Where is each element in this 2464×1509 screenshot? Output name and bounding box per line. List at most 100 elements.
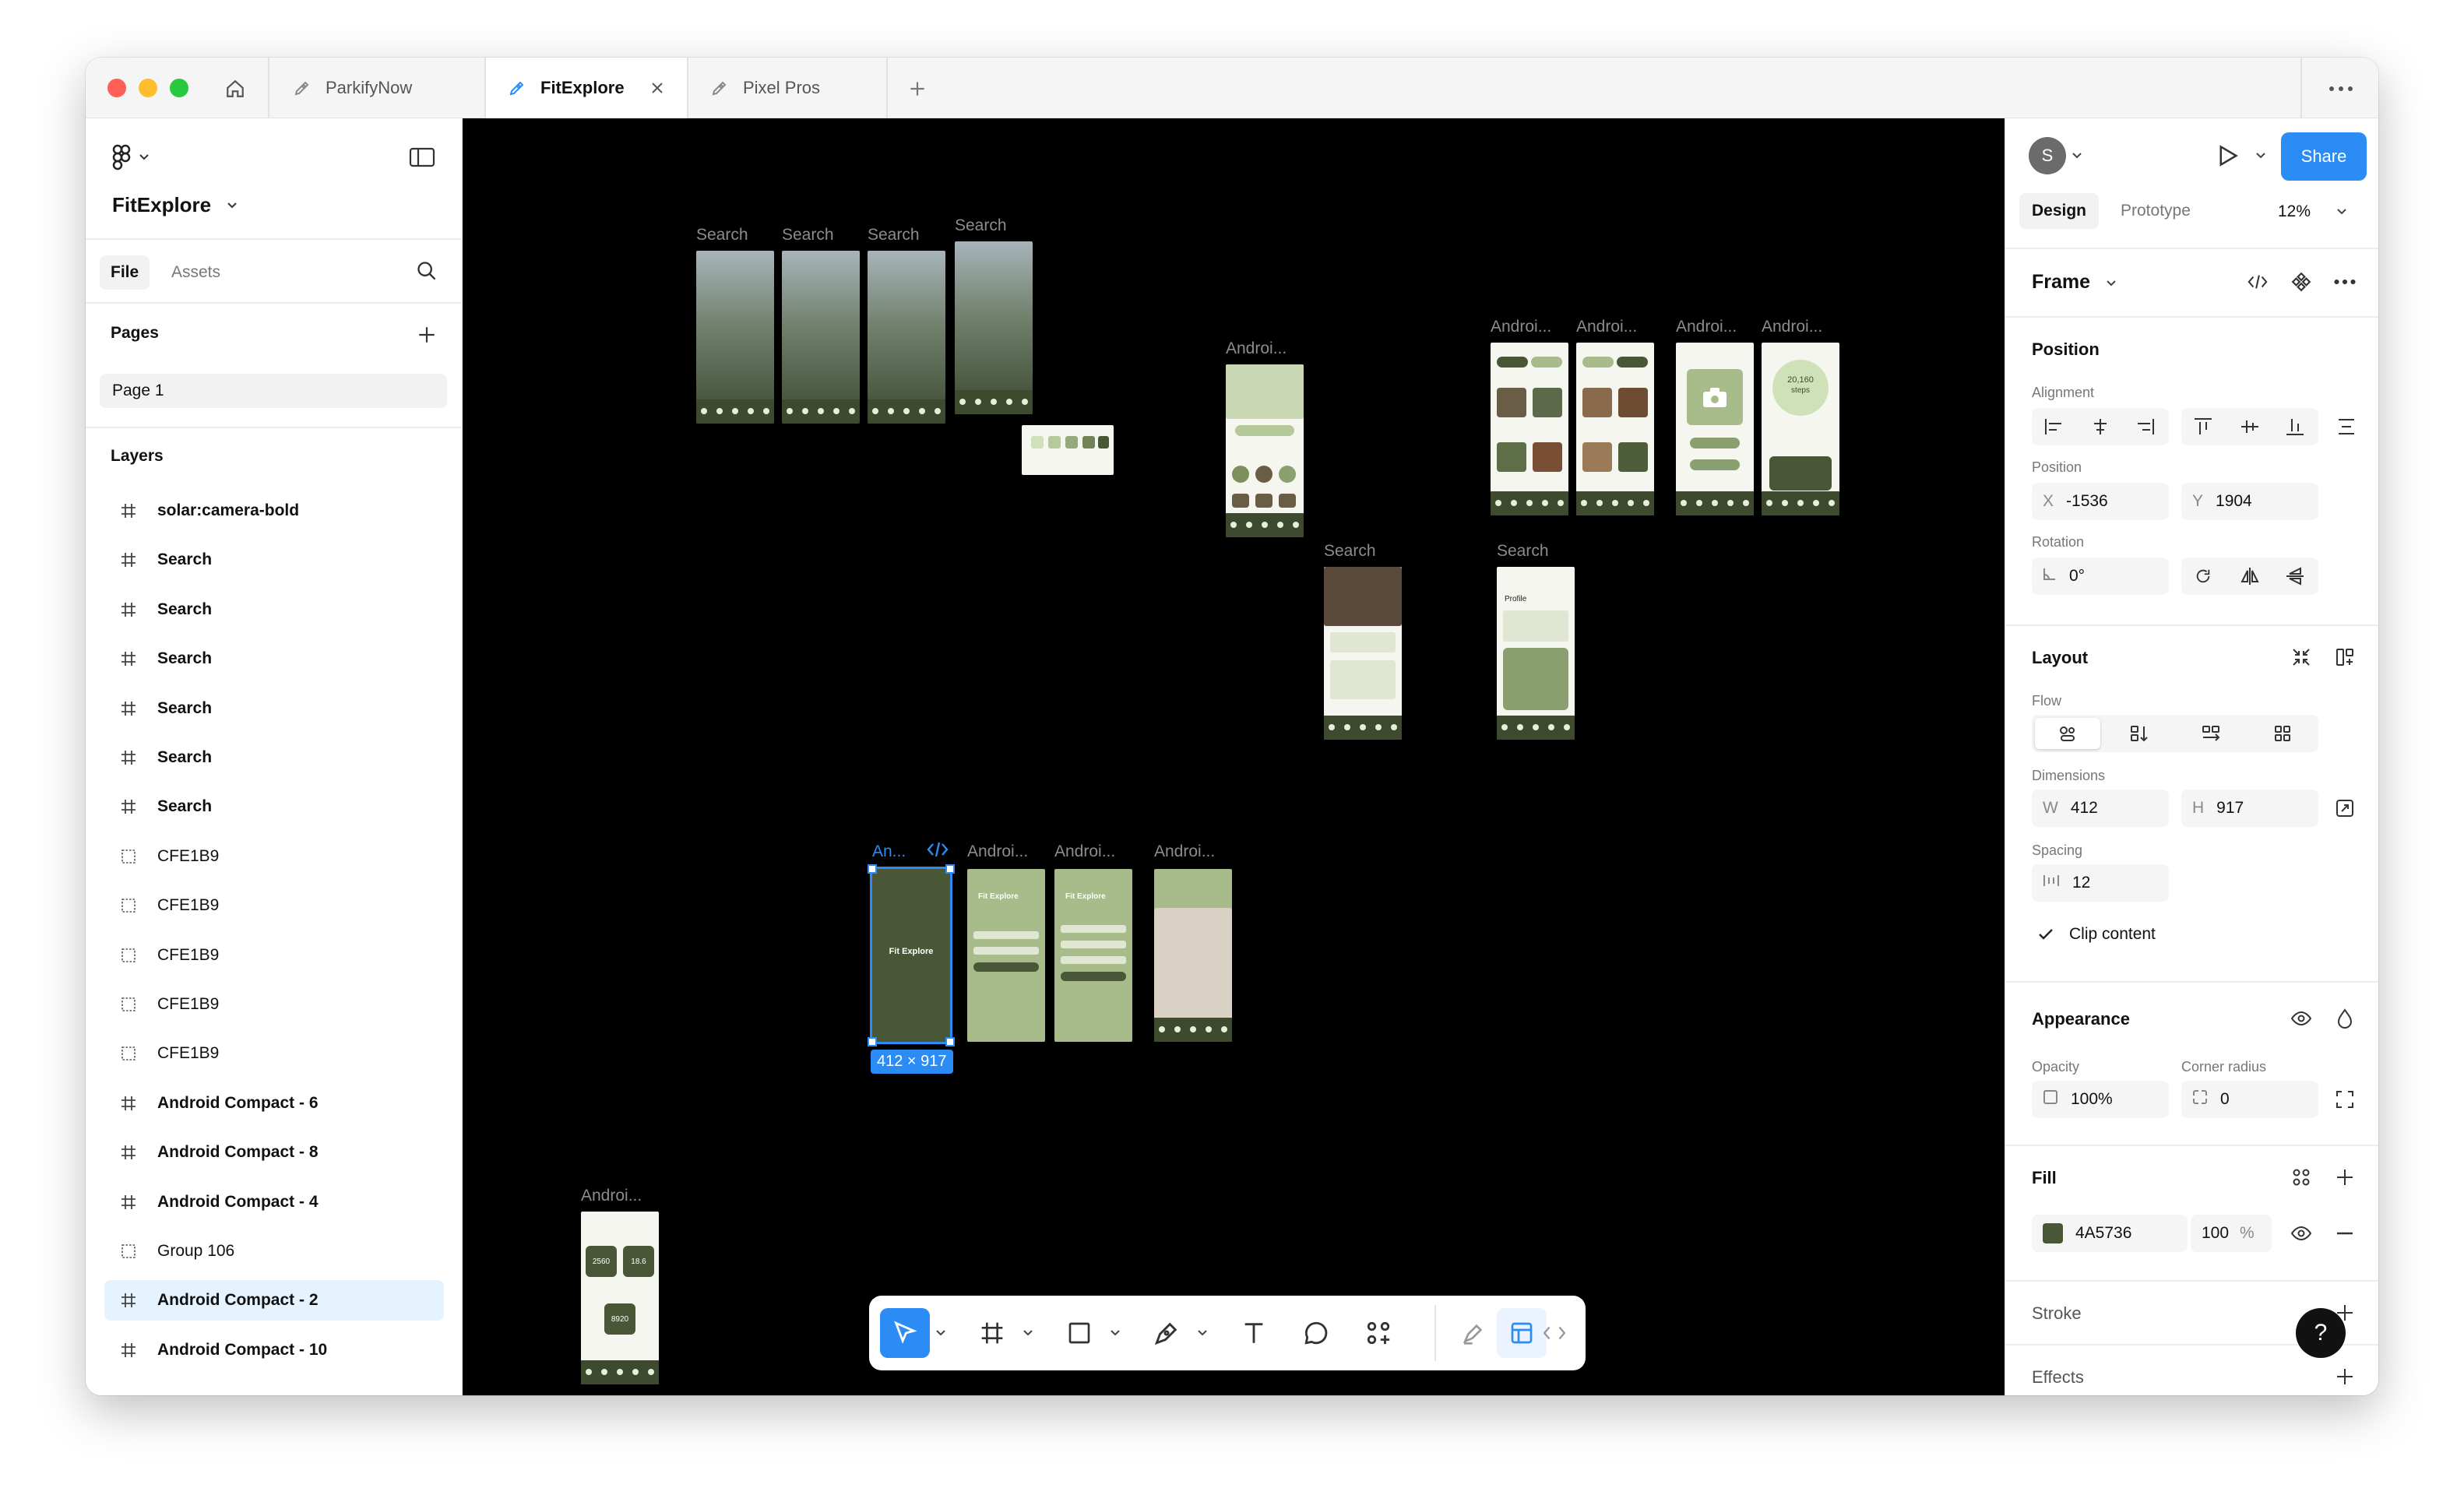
maximize-window-button[interactable] (170, 79, 188, 97)
tab-file[interactable]: File (100, 255, 150, 290)
rotation-input[interactable]: 0° (2032, 558, 2169, 595)
align-top-icon[interactable] (2189, 413, 2217, 441)
tab-design[interactable]: Design (2019, 193, 2100, 229)
add-fill-icon[interactable] (2331, 1163, 2359, 1191)
search-frame[interactable] (955, 241, 1033, 414)
tab-prototype[interactable]: Prototype (2108, 193, 2203, 229)
pen-tool-button[interactable] (1142, 1308, 1192, 1358)
color-swatch-group[interactable] (1022, 425, 1114, 475)
search-frame[interactable] (868, 251, 945, 424)
layer-row[interactable]: CFE1B9 (104, 984, 444, 1025)
share-button[interactable]: Share (2281, 132, 2367, 181)
chevron-down-icon[interactable] (2103, 276, 2119, 291)
distribute-icon[interactable] (2332, 413, 2360, 441)
search-frame[interactable] (1324, 567, 1402, 740)
comment-tool-button[interactable] (1291, 1308, 1341, 1358)
clip-content-checkbox[interactable] (2032, 920, 2060, 948)
layer-row[interactable]: Search (104, 589, 444, 630)
layer-row[interactable]: Search (104, 540, 444, 580)
signup-frame[interactable]: Fit Explore (1054, 869, 1132, 1042)
tab-parkifynow[interactable]: ParkifyNow (269, 58, 464, 118)
layer-row[interactable]: Search (104, 737, 444, 778)
splash-frame-selected[interactable]: Fit Explore (870, 867, 952, 1044)
zoom-level[interactable]: 12% (2278, 202, 2311, 221)
flow-grid-button[interactable] (2250, 718, 2315, 749)
layer-row[interactable]: CFE1B9 (104, 836, 444, 877)
tab-pixel-pros[interactable]: Pixel Pros (688, 58, 883, 118)
layer-row[interactable]: Search (104, 638, 444, 679)
layer-row[interactable]: CFE1B9 (104, 885, 444, 926)
more-icon[interactable] (2331, 268, 2359, 296)
layout-grid-icon[interactable] (2331, 643, 2359, 671)
page-item-page-1[interactable]: Page 1 (100, 374, 447, 408)
opacity-input[interactable]: 100% (2032, 1081, 2169, 1118)
present-button[interactable] (2211, 139, 2245, 173)
add-page-icon[interactable] (413, 321, 441, 349)
align-center-icon[interactable] (2086, 413, 2114, 441)
layer-row[interactable]: CFE1B9 (104, 1033, 444, 1074)
flip-vertical-icon[interactable] (2281, 562, 2309, 590)
chevron-down-icon[interactable] (1022, 1327, 1034, 1339)
move-tool-button[interactable] (880, 1308, 930, 1358)
chevron-down-icon[interactable] (2069, 148, 2085, 164)
blend-mode-icon[interactable] (2331, 1004, 2359, 1032)
actions-tool-button[interactable] (1353, 1308, 1403, 1358)
layer-row[interactable]: solar:camera-bold (104, 491, 444, 531)
more-icon[interactable] (2325, 75, 2357, 103)
stats-frame[interactable]: 2560 18.6 8920 (581, 1212, 659, 1384)
minimize-window-button[interactable] (139, 79, 157, 97)
flow-vertical-button[interactable] (2107, 718, 2172, 749)
fill-swatch[interactable] (2043, 1223, 2063, 1243)
layer-row[interactable]: Android Compact - 2 (104, 1280, 444, 1321)
add-effect-icon[interactable] (2331, 1363, 2359, 1391)
sidebar-toggle-icon[interactable] (407, 143, 438, 171)
layer-row[interactable]: Search (104, 786, 444, 827)
close-window-button[interactable] (107, 79, 126, 97)
fill-color-input[interactable]: 4A5736 (2032, 1215, 2188, 1252)
flow-freeform-button[interactable] (2035, 718, 2100, 749)
design-canvas[interactable]: Search Search Search Search Androi... An… (463, 118, 2005, 1395)
help-button[interactable]: ? (2296, 1308, 2346, 1358)
new-tab-icon[interactable] (903, 75, 931, 103)
android-frame[interactable] (1576, 343, 1654, 515)
eye-icon[interactable] (2287, 1004, 2315, 1032)
android-frame[interactable] (1226, 364, 1304, 537)
corner-radius-input[interactable]: 0 (2181, 1081, 2318, 1118)
login-frame[interactable]: Fit Explore (967, 869, 1045, 1042)
search-icon[interactable] (413, 257, 441, 285)
android-frame[interactable] (1676, 343, 1754, 515)
layer-row[interactable]: Group 106 (104, 1231, 444, 1272)
resize-handle[interactable] (868, 1037, 877, 1046)
frame-tool-button[interactable] (967, 1308, 1017, 1358)
resize-handle[interactable] (945, 1037, 955, 1046)
align-right-icon[interactable] (2131, 413, 2160, 441)
chevron-down-icon[interactable] (1196, 1327, 1209, 1339)
main-menu-button[interactable] (112, 143, 154, 171)
resize-handle[interactable] (868, 864, 877, 874)
layer-row[interactable]: CFE1B9 (104, 935, 444, 976)
close-icon[interactable] (648, 79, 667, 97)
styles-icon[interactable] (2287, 1163, 2315, 1191)
align-left-icon[interactable] (2040, 413, 2068, 441)
code-icon[interactable] (927, 841, 949, 863)
chevron-down-icon[interactable] (935, 1327, 947, 1339)
home-icon[interactable] (221, 75, 249, 103)
file-name-button[interactable]: FitExplore (112, 193, 238, 217)
android-frame[interactable] (1491, 343, 1568, 515)
resize-handle[interactable] (945, 864, 955, 874)
individual-corners-icon[interactable] (2331, 1085, 2359, 1113)
tab-fitexplore[interactable]: FitExplore (486, 58, 687, 118)
resize-to-fit-icon[interactable] (2331, 794, 2359, 822)
remove-fill-icon[interactable] (2331, 1219, 2359, 1247)
eye-icon[interactable] (2287, 1219, 2315, 1247)
chevron-down-icon[interactable] (1109, 1327, 1121, 1339)
layer-row[interactable]: Android Compact - 6 (104, 1083, 444, 1124)
x-position-input[interactable]: X -1536 (2032, 483, 2169, 520)
y-position-input[interactable]: Y 1904 (2181, 483, 2318, 520)
component-icon[interactable] (2287, 268, 2315, 296)
profile-frame[interactable]: Profile (1497, 567, 1575, 740)
align-middle-icon[interactable] (2236, 413, 2264, 441)
text-tool-button[interactable] (1229, 1308, 1279, 1358)
chevron-down-icon[interactable] (2334, 204, 2350, 220)
avatar[interactable]: S (2029, 137, 2066, 174)
